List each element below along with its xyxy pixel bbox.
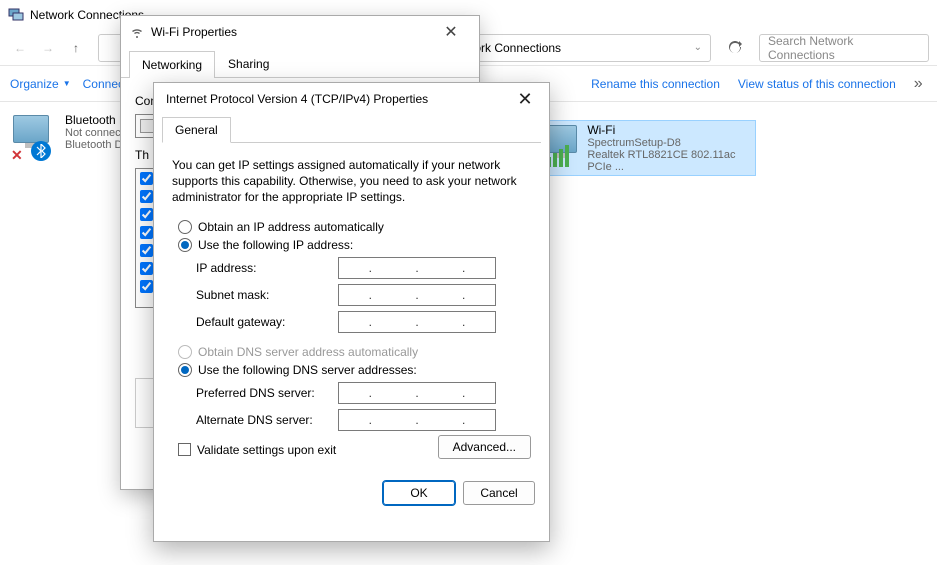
dialog-buttons: OK Cancel [154,469,549,517]
close-button[interactable]: ✕ [513,89,537,110]
protocol-checkbox[interactable] [140,190,153,203]
gateway-input[interactable]: ... [338,311,496,333]
connection-device: Realtek RTL8821CE 802.11ac PCIe ... [587,149,753,173]
rename-connection-link[interactable]: Rename this connection [591,77,720,91]
back-button[interactable]: ← [8,36,32,60]
forward-button[interactable]: → [36,36,60,60]
view-status-link[interactable]: View status of this connection [738,77,896,91]
radio-dns-manual[interactable]: Use the following DNS server addresses: [178,363,531,377]
radio-button[interactable] [178,363,192,377]
protocol-checkbox[interactable] [140,226,153,239]
overflow-menu[interactable]: » [914,75,923,93]
protocol-checkbox[interactable] [140,208,153,221]
connection-status: SpectrumSetup-D8 [587,137,753,149]
close-button[interactable]: ✕ [431,22,471,42]
disconnected-icon: ✕ [11,147,25,161]
chevron-down-icon: ▼ [63,79,71,88]
ip-address-input[interactable]: ... [338,257,496,279]
tab-networking[interactable]: Networking [129,51,215,78]
protocol-checkbox[interactable] [140,172,153,185]
bluetooth-icon: ✕ [11,113,59,161]
connection-item-wifi[interactable]: Wi-Fi SpectrumSetup-D8 Realtek RTL8821CE… [536,120,756,176]
alternate-dns-label: Alternate DNS server: [196,413,338,427]
gateway-label: Default gateway: [196,315,338,329]
up-button[interactable]: ↑ [64,36,88,60]
dialog-titlebar: Internet Protocol Version 4 (TCP/IPv4) P… [154,83,549,115]
description-text: You can get IP settings assigned automat… [172,157,531,206]
radio-dns-auto: Obtain DNS server address automatically [178,345,531,359]
organize-menu[interactable]: Organize ▼ [10,77,71,91]
bluetooth-badge-icon [31,141,51,161]
tab-general[interactable]: General [162,117,231,143]
wifi-dialog-icon [129,24,145,40]
ip-address-label: IP address: [196,261,338,275]
dialog-body: You can get IP settings assigned automat… [154,143,549,469]
subnet-mask-input[interactable]: ... [338,284,496,306]
radio-button[interactable] [178,220,192,234]
network-icon [8,7,24,23]
preferred-dns-label: Preferred DNS server: [196,386,338,400]
refresh-button[interactable] [721,34,749,62]
tab-sharing[interactable]: Sharing [215,50,282,77]
dialog-title: Internet Protocol Version 4 (TCP/IPv4) P… [166,92,513,106]
protocol-checkbox[interactable] [140,244,153,257]
tab-bar: Networking Sharing [121,48,479,78]
tab-bar: General [154,115,549,143]
radio-button [178,345,192,359]
ok-button[interactable]: OK [383,481,455,505]
adapter-icon [140,119,154,133]
dialog-title: Wi-Fi Properties [151,25,431,39]
protocol-checkbox[interactable] [140,280,153,293]
search-input[interactable]: Search Network Connections [759,34,929,62]
alternate-dns-input[interactable]: ... [338,409,496,431]
advanced-button[interactable]: Advanced... [438,435,531,459]
dialog-titlebar: Wi-Fi Properties ✕ [121,16,479,48]
preferred-dns-input[interactable]: ... [338,382,496,404]
chevron-down-icon[interactable]: ⌄ [694,42,702,53]
cancel-button[interactable]: Cancel [463,481,535,505]
dns-fields-group: Preferred DNS server: ... Alternate DNS … [196,382,531,431]
radio-button[interactable] [178,238,192,252]
validate-checkbox[interactable] [178,443,191,456]
subnet-mask-label: Subnet mask: [196,288,338,302]
radio-ip-auto[interactable]: Obtain an IP address automatically [178,220,531,234]
ip-fields-group: IP address: ... Subnet mask: ... Default… [196,257,531,333]
radio-ip-manual[interactable]: Use the following IP address: [178,238,531,252]
protocol-checkbox[interactable] [140,262,153,275]
ipv4-properties-dialog: Internet Protocol Version 4 (TCP/IPv4) P… [153,82,550,542]
connection-name: Wi-Fi [587,123,753,137]
